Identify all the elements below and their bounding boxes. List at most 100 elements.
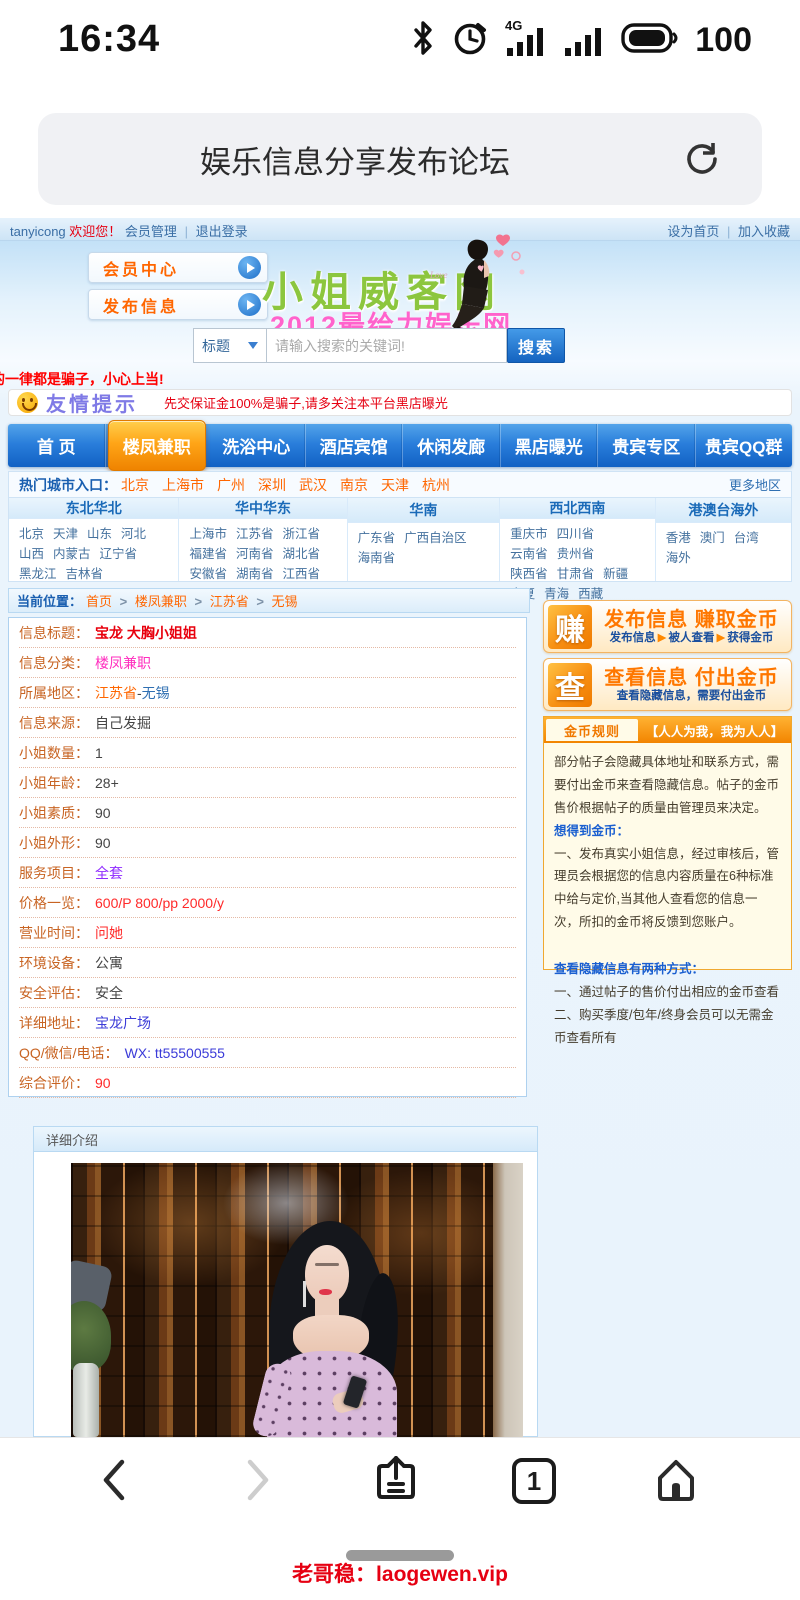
member-center-label: 会员中心 xyxy=(103,261,180,279)
nav-item-7[interactable]: 贵宾专区 xyxy=(598,424,696,467)
province-link[interactable]: 内蒙古 xyxy=(53,544,91,564)
hot-city-link[interactable]: 武汉 xyxy=(299,475,327,495)
member-mgmt-link[interactable]: 会员管理 xyxy=(125,224,177,239)
province-link[interactable]: 海外 xyxy=(666,548,691,568)
province-link[interactable]: 山东 xyxy=(87,524,112,544)
province-link[interactable]: 江苏省 xyxy=(236,524,274,544)
info-value: 宝龙广场 xyxy=(95,1014,151,1031)
logout-link[interactable]: 退出登录 xyxy=(196,224,248,239)
info-value: 28+ xyxy=(95,774,119,791)
province-link[interactable]: 安徽省 xyxy=(189,564,227,584)
province-link[interactable]: 澳门 xyxy=(700,528,725,548)
view-coins-banner[interactable]: 查 查看信息 付出金币 查看隐藏信息，需要付出金币 xyxy=(543,658,792,711)
detail-photo[interactable] xyxy=(71,1163,523,1437)
add-favorite-link[interactable]: 加入收藏 xyxy=(738,224,790,239)
info-label: 小姐年龄： xyxy=(19,774,89,791)
province-link[interactable]: 台湾 xyxy=(734,528,759,548)
province-link[interactable]: 山西 xyxy=(19,544,44,564)
search-button[interactable]: 搜索 xyxy=(507,328,565,363)
search-input[interactable] xyxy=(267,328,507,363)
province-link[interactable]: 吉林省 xyxy=(66,564,104,584)
nav-item-8[interactable]: 贵宾QQ群 xyxy=(696,424,793,467)
region-tab[interactable]: 西北西南 xyxy=(500,498,655,519)
nav-item-5[interactable]: 休闲发廊 xyxy=(403,424,501,467)
hot-city-link[interactable]: 深圳 xyxy=(258,475,286,495)
info-row: QQ/微信/电话： WX: tt55500555 xyxy=(19,1038,516,1068)
forward-button[interactable] xyxy=(232,1456,280,1504)
photo-wall xyxy=(493,1163,523,1437)
province-link[interactable]: 天津 xyxy=(53,524,78,544)
share-menu-button[interactable] xyxy=(372,1456,420,1504)
earn-coins-banner[interactable]: 赚 发布信息 赚取金币 发布信息 ▶ 被人查看 ▶ 获得金币 xyxy=(543,600,792,653)
hot-city-link[interactable]: 北京 xyxy=(121,475,149,495)
breadcrumb-link[interactable]: 首页 xyxy=(86,594,112,609)
region-tab[interactable]: 东北华北 xyxy=(9,498,179,519)
coin-rules-tab[interactable]: 金币规则 xyxy=(546,719,638,741)
tabs-button[interactable]: 1 xyxy=(512,1458,556,1504)
info-row: 小姐外形： 90 xyxy=(19,828,516,858)
breadcrumb-link[interactable]: 江苏省 xyxy=(210,594,249,609)
province-link[interactable]: 陕西省 xyxy=(510,564,548,584)
breadcrumb-link[interactable]: 无锡 xyxy=(272,594,298,609)
battery-percent: 100 xyxy=(695,20,752,59)
breadcrumb-link[interactable]: 楼凤兼职 xyxy=(135,594,187,609)
phone-screen: 16:34 4G 100 娱乐信息分享发布论坛 tanyicong 欢迎您！ 会… xyxy=(0,0,800,1600)
province-link[interactable]: 贵州省 xyxy=(557,544,595,564)
earn-title: 发布信息 赚取金币 xyxy=(604,608,779,631)
region-tab[interactable]: 港澳台海外 xyxy=(655,498,791,523)
province-link[interactable]: 广东省 xyxy=(358,528,396,548)
nav-item-6[interactable]: 黑店曝光 xyxy=(501,424,598,467)
back-button[interactable] xyxy=(92,1456,140,1504)
province-link[interactable]: 北京 xyxy=(19,524,44,544)
province-link[interactable]: 辽宁省 xyxy=(100,544,138,564)
province-link[interactable]: 湖北省 xyxy=(283,544,321,564)
home-button[interactable] xyxy=(652,1456,700,1504)
nav-item-2[interactable]: 楼凤兼职 xyxy=(107,420,206,471)
arrow-circle-icon xyxy=(238,293,261,316)
info-value: WX: tt55500555 xyxy=(124,1044,225,1061)
hot-city-link[interactable]: 天津 xyxy=(381,475,409,495)
site-welcome-bar: tanyicong 欢迎您！ 会员管理 | 退出登录 设为首页 | 加入收藏 xyxy=(0,218,800,241)
province-link[interactable]: 新疆 xyxy=(603,564,628,584)
nav-item-3[interactable]: 洗浴中心 xyxy=(208,424,306,467)
province-link[interactable]: 云南省 xyxy=(510,544,548,564)
province-link[interactable]: 甘肃省 xyxy=(557,564,595,584)
hot-city-link[interactable]: 杭州 xyxy=(422,475,450,495)
watermark-text: 老哥稳：laogewen.vip xyxy=(292,1563,508,1586)
region-tab[interactable]: 华中华东 xyxy=(179,498,347,519)
bluetooth-icon xyxy=(411,20,435,61)
province-link[interactable]: 江西省 xyxy=(283,564,321,584)
province-link[interactable]: 海南省 xyxy=(358,548,396,568)
nav-item-1[interactable]: 首 页 xyxy=(8,424,106,467)
hot-city-link[interactable]: 南京 xyxy=(340,475,368,495)
info-label: 详细地址： xyxy=(19,1014,89,1031)
province-link[interactable]: 浙江省 xyxy=(283,524,321,544)
province-link[interactable]: 广西自治区 xyxy=(404,528,467,548)
more-regions-link[interactable]: 更多地区 xyxy=(729,475,781,494)
province-link[interactable]: 四川省 xyxy=(557,524,595,544)
province-link[interactable]: 福建省 xyxy=(189,544,227,564)
province-link[interactable]: 河北 xyxy=(121,524,146,544)
logo-girl-image: Love xyxy=(428,234,528,342)
region-tab[interactable]: 华南 xyxy=(347,498,500,523)
info-value: 600/P 800/pp 2000/y xyxy=(95,894,224,911)
province-link[interactable]: 重庆市 xyxy=(510,524,548,544)
hot-city-link[interactable]: 上海市 xyxy=(162,475,204,495)
photo-woman-lips xyxy=(319,1289,332,1295)
view-subtitle: 查看隐藏信息，需要付出金币 xyxy=(616,689,767,702)
browser-address-bar[interactable]: 娱乐信息分享发布论坛 xyxy=(38,113,762,205)
info-value: 无锡 xyxy=(141,684,170,701)
province-link[interactable]: 湖南省 xyxy=(236,564,274,584)
province-link[interactable]: 河南省 xyxy=(236,544,274,564)
refresh-icon[interactable] xyxy=(682,139,722,179)
hot-city-link[interactable]: 广州 xyxy=(217,475,245,495)
province-link[interactable]: 上海市 xyxy=(189,524,227,544)
info-value: 全套 xyxy=(95,864,123,881)
set-home-link[interactable]: 设为首页 xyxy=(667,224,719,239)
member-center-button[interactable]: 会员中心 xyxy=(88,252,268,283)
search-field-select[interactable]: 标题 xyxy=(193,328,267,363)
province-link[interactable]: 黑龙江 xyxy=(19,564,57,584)
nav-item-4[interactable]: 酒店宾馆 xyxy=(306,424,403,467)
province-link[interactable]: 香港 xyxy=(666,528,691,548)
post-info-button[interactable]: 发布信息 xyxy=(88,289,268,320)
